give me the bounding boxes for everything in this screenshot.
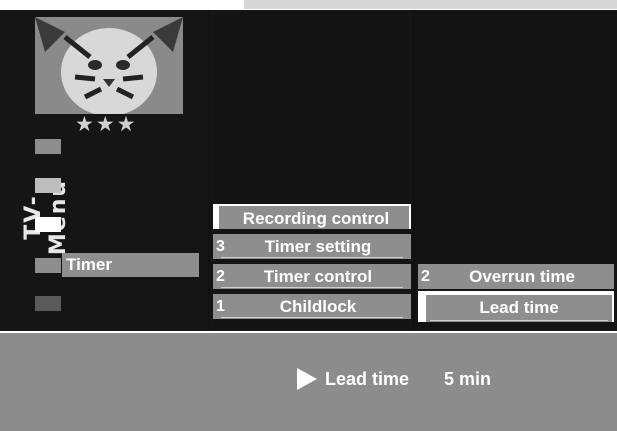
play-arrow-icon <box>297 368 317 390</box>
menu-item-label: Lead time <box>479 298 559 317</box>
menu-square-icon[interactable] <box>35 296 61 311</box>
menu-square-icon[interactable] <box>35 139 61 154</box>
menu-item-label: Childlock <box>279 297 357 316</box>
menu-square-icon[interactable] <box>35 258 61 273</box>
status-value: 5 min <box>444 369 492 389</box>
status-label: Lead time <box>325 369 410 389</box>
menu-item-label: Timer control <box>263 267 373 286</box>
divider <box>221 287 403 288</box>
divider <box>221 317 403 318</box>
menu-item-number: 1 <box>216 298 225 315</box>
menu-item-timer[interactable]: Timer <box>62 253 199 277</box>
menu-square-icon[interactable] <box>35 217 61 232</box>
rating-stars: ★★★ <box>75 112 138 136</box>
menu-square-icon[interactable] <box>35 178 61 193</box>
menu-item-lead-time[interactable]: Lead time <box>418 291 614 322</box>
menu-item-number: 3 <box>216 238 225 255</box>
menu-item-recording-control[interactable]: Recording control <box>213 204 411 229</box>
menu-item-timer-setting[interactable]: 3 Timer setting <box>213 234 411 259</box>
menu-item-childlock[interactable]: 1 Childlock <box>213 294 411 319</box>
menu-item-number: 2 <box>216 268 225 285</box>
menu-item-number: 2 <box>421 268 430 285</box>
divider <box>430 320 608 321</box>
menu-item-timer-control[interactable]: 2 Timer control <box>213 264 411 289</box>
menu-item-label: Overrun time <box>469 267 575 286</box>
menu-item-overrun-time[interactable]: 2 Overrun time <box>418 264 614 289</box>
menu-item-label: Recording control <box>242 209 390 228</box>
divider <box>221 257 403 258</box>
tiger-thumbnail <box>35 17 183 114</box>
top-strip <box>244 0 617 9</box>
menu-item-label: Timer setting <box>264 237 372 256</box>
